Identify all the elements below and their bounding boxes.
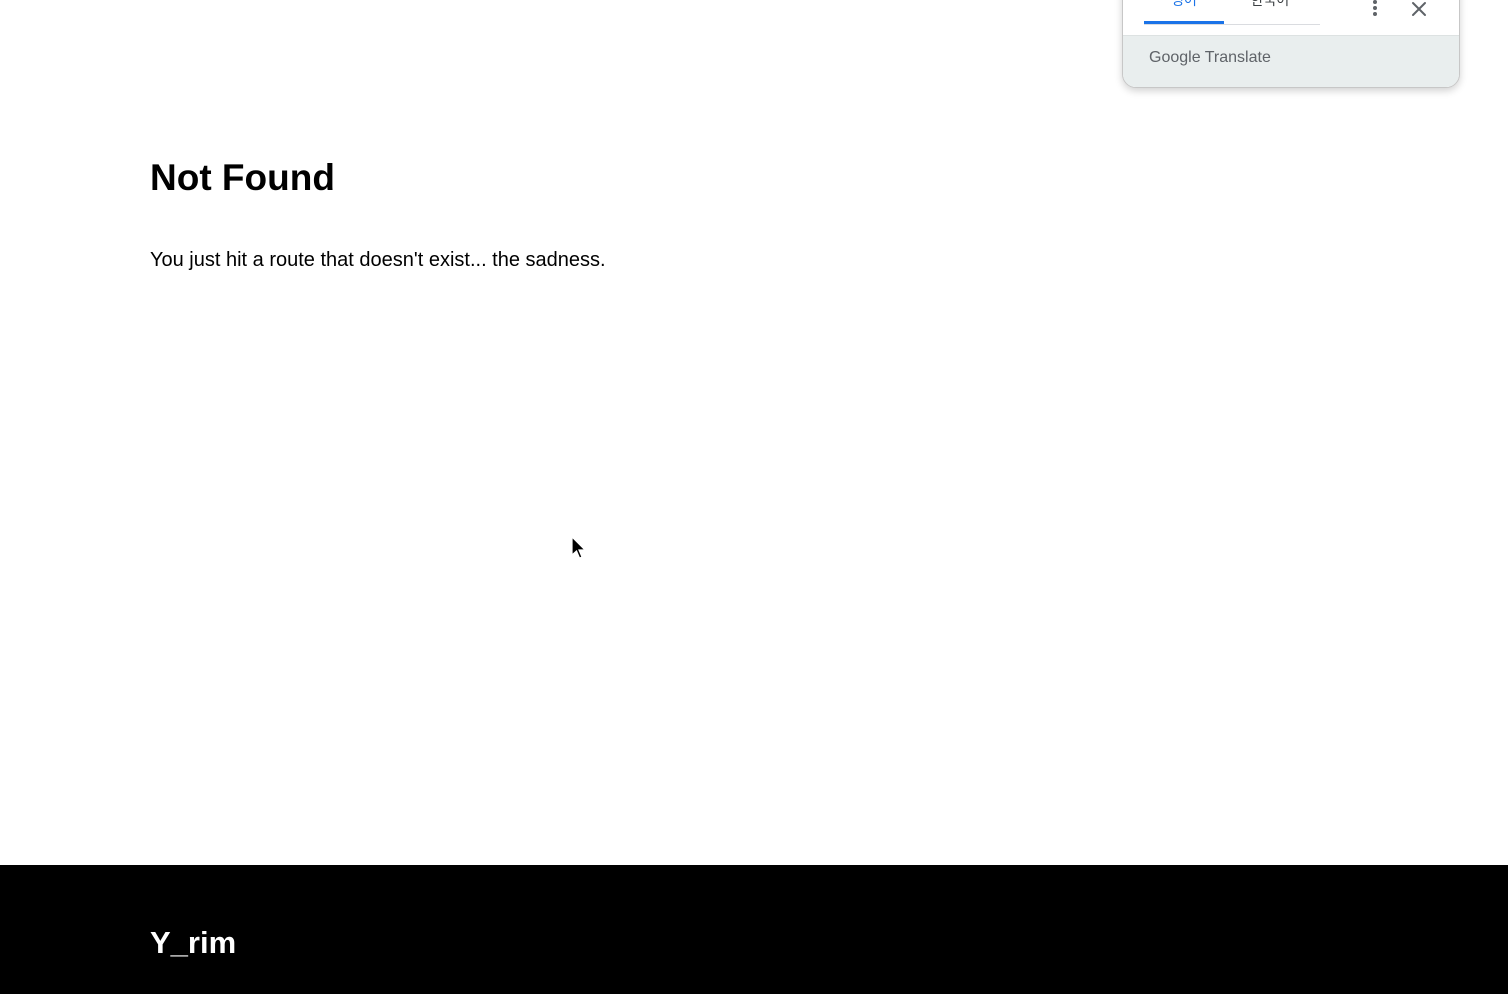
footer: Y_rim	[0, 865, 1508, 994]
page-title: Not Found	[150, 157, 335, 198]
more-vert-icon	[1373, 0, 1377, 16]
footer-brand[interactable]: Y_rim	[150, 923, 236, 963]
mouse-cursor-icon	[571, 536, 587, 559]
google-translate-popup: 영어 한국어 Google Translate	[1122, 0, 1460, 88]
close-translate-button[interactable]	[1405, 0, 1433, 21]
translate-footer: Google Translate	[1123, 35, 1459, 87]
google-wordmark: Google	[1149, 49, 1201, 66]
language-tabs: 영어 한국어	[1144, 0, 1320, 25]
tab-source-language[interactable]: 영어	[1144, 0, 1224, 24]
more-options-button[interactable]	[1361, 0, 1389, 21]
page: Not Found You just hit a route that does…	[0, 0, 1508, 994]
not-found-message: You just hit a route that doesn't exist.…	[150, 249, 606, 271]
close-icon	[1412, 2, 1426, 16]
translate-label: Translate	[1204, 49, 1271, 66]
google-translate-logo: Google Translate	[1149, 49, 1271, 67]
tab-target-language[interactable]: 한국어	[1230, 0, 1310, 24]
